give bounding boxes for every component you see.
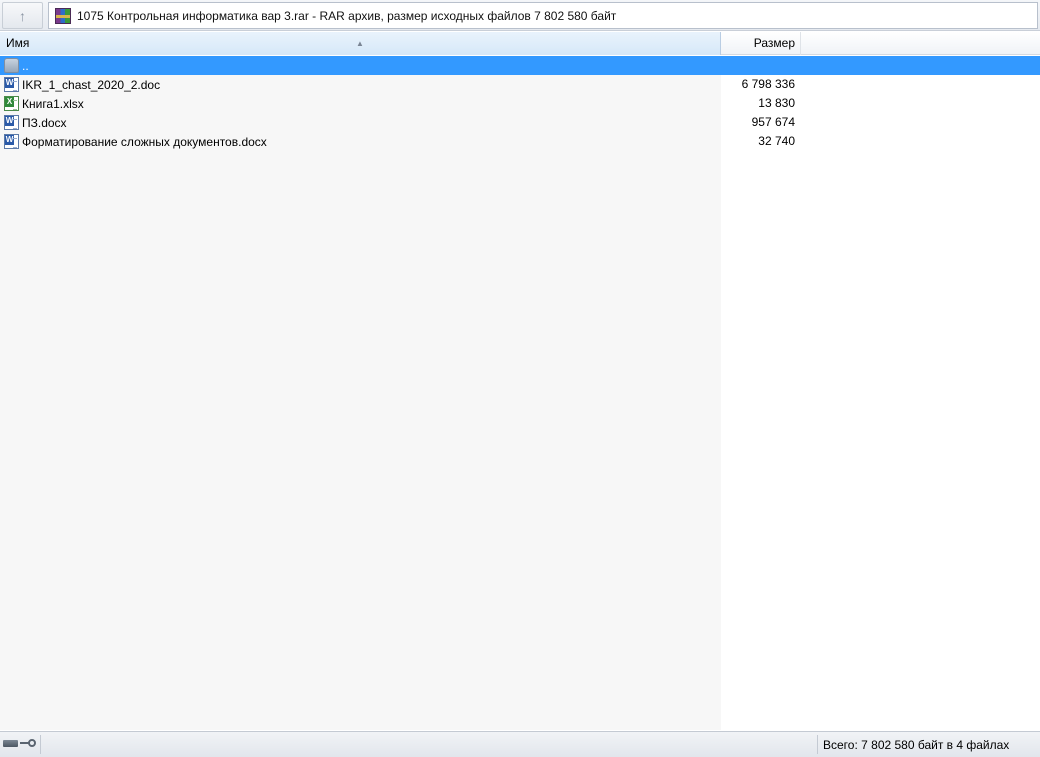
drive-icon[interactable]: [3, 740, 18, 747]
word-document-icon: [4, 134, 19, 149]
list-item-name-cell: ..: [4, 56, 719, 75]
list-item-size: 6 798 336: [741, 77, 795, 91]
list-item-size: 13 830: [758, 96, 795, 110]
up-button[interactable]: ↑: [2, 2, 43, 29]
list-item[interactable]: Книга1.xlsx 13 830: [0, 94, 1040, 113]
list-item-name: ..: [22, 58, 29, 73]
column-header: Имя ▲ Размер: [0, 32, 1040, 55]
folder-up-icon: [4, 58, 19, 73]
list-item-name-cell: Форматирование сложных документов.docx: [4, 132, 719, 151]
list-item-parent-folder[interactable]: ..: [0, 56, 1040, 75]
status-summary: Всего: 7 802 580 байт в 4 файлах: [823, 738, 1010, 752]
word-document-icon: [4, 77, 19, 92]
list-item-name: Форматирование сложных документов.docx: [22, 134, 267, 149]
list-item-name: IKR_1_chast_2020_2.doc: [22, 77, 161, 92]
list-item-name: ПЗ.docx: [22, 115, 67, 130]
winrar-window: ↑ 1075 Контрольная информатика вар 3.rar…: [0, 0, 1040, 757]
status-divider: [817, 735, 818, 754]
status-icons: [3, 739, 36, 748]
column-header-size[interactable]: Размер: [722, 32, 801, 55]
list-item-name: Книга1.xlsx: [22, 96, 84, 111]
list-item-size: 32 740: [758, 134, 795, 148]
list-item-size: 957 674: [751, 115, 795, 129]
column-header-size-label: Размер: [753, 36, 795, 50]
list-item-name-cell: Книга1.xlsx: [4, 94, 719, 113]
list-item-name-cell: IKR_1_chast_2020_2.doc: [4, 75, 719, 94]
column-header-name[interactable]: Имя ▲: [0, 32, 721, 55]
list-item[interactable]: Форматирование сложных документов.docx 3…: [0, 132, 1040, 151]
list-item-name-cell: ПЗ.docx: [4, 113, 719, 132]
winrar-archive-icon: [55, 7, 71, 24]
list-item[interactable]: ПЗ.docx 957 674: [0, 113, 1040, 132]
excel-spreadsheet-icon: [4, 96, 19, 111]
file-list[interactable]: .. IKR_1_chast_2020_2.doc 6 798 336 Книг…: [0, 56, 1040, 730]
address-bar: ↑ 1075 Контрольная информатика вар 3.rar…: [0, 0, 1040, 31]
list-item-size: [722, 56, 795, 75]
arrow-up-icon: ↑: [19, 7, 26, 24]
word-document-icon: [4, 115, 19, 130]
sorted-column-background: [0, 56, 721, 730]
key-icon[interactable]: [20, 739, 36, 748]
list-item[interactable]: IKR_1_chast_2020_2.doc 6 798 336: [0, 75, 1040, 94]
column-header-name-label: Имя: [6, 36, 30, 50]
path-field[interactable]: 1075 Контрольная информатика вар 3.rar -…: [48, 2, 1038, 29]
archive-path: 1075 Контрольная информатика вар 3.rar -…: [77, 8, 617, 23]
status-bar: Всего: 7 802 580 байт в 4 файлах: [0, 731, 1040, 757]
status-divider: [40, 735, 41, 754]
sort-ascending-icon: ▲: [356, 39, 364, 48]
